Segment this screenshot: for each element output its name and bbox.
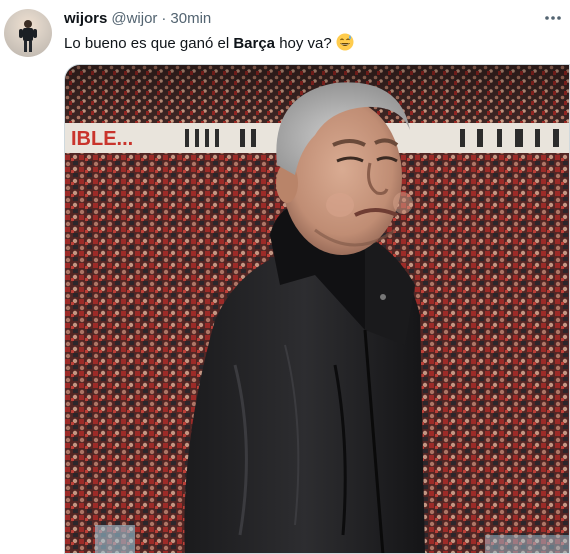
tweet-text-part: hoy va? xyxy=(275,35,332,52)
tweet-header: wijors @wijor · 30min xyxy=(64,10,211,28)
timestamp[interactable]: 30min xyxy=(170,10,211,28)
more-horizontal-icon xyxy=(545,16,561,20)
tweet-text: Lo bueno es que ganó el Barça hoy va? xyxy=(64,33,354,54)
user-handle[interactable]: @wijor xyxy=(111,10,157,28)
banner-text: IBLE... xyxy=(71,128,133,150)
avatar[interactable] xyxy=(4,9,52,57)
tweet-photo[interactable]: IBLE... xyxy=(64,64,570,554)
grinning-sweat-emoji-icon xyxy=(336,33,354,51)
avatar-figure-icon xyxy=(19,20,37,52)
more-options-button[interactable] xyxy=(542,8,564,28)
display-name[interactable]: wijors xyxy=(64,10,107,28)
tweet-text-part: Lo bueno es que ganó el xyxy=(64,35,234,52)
tweet-text-bold: Barça xyxy=(233,35,276,52)
photo-image: IBLE... xyxy=(65,65,569,553)
separator-dot: · xyxy=(161,10,167,27)
tweet-card[interactable]: wijors @wijor · 30min Lo bueno es que ga… xyxy=(0,0,570,554)
